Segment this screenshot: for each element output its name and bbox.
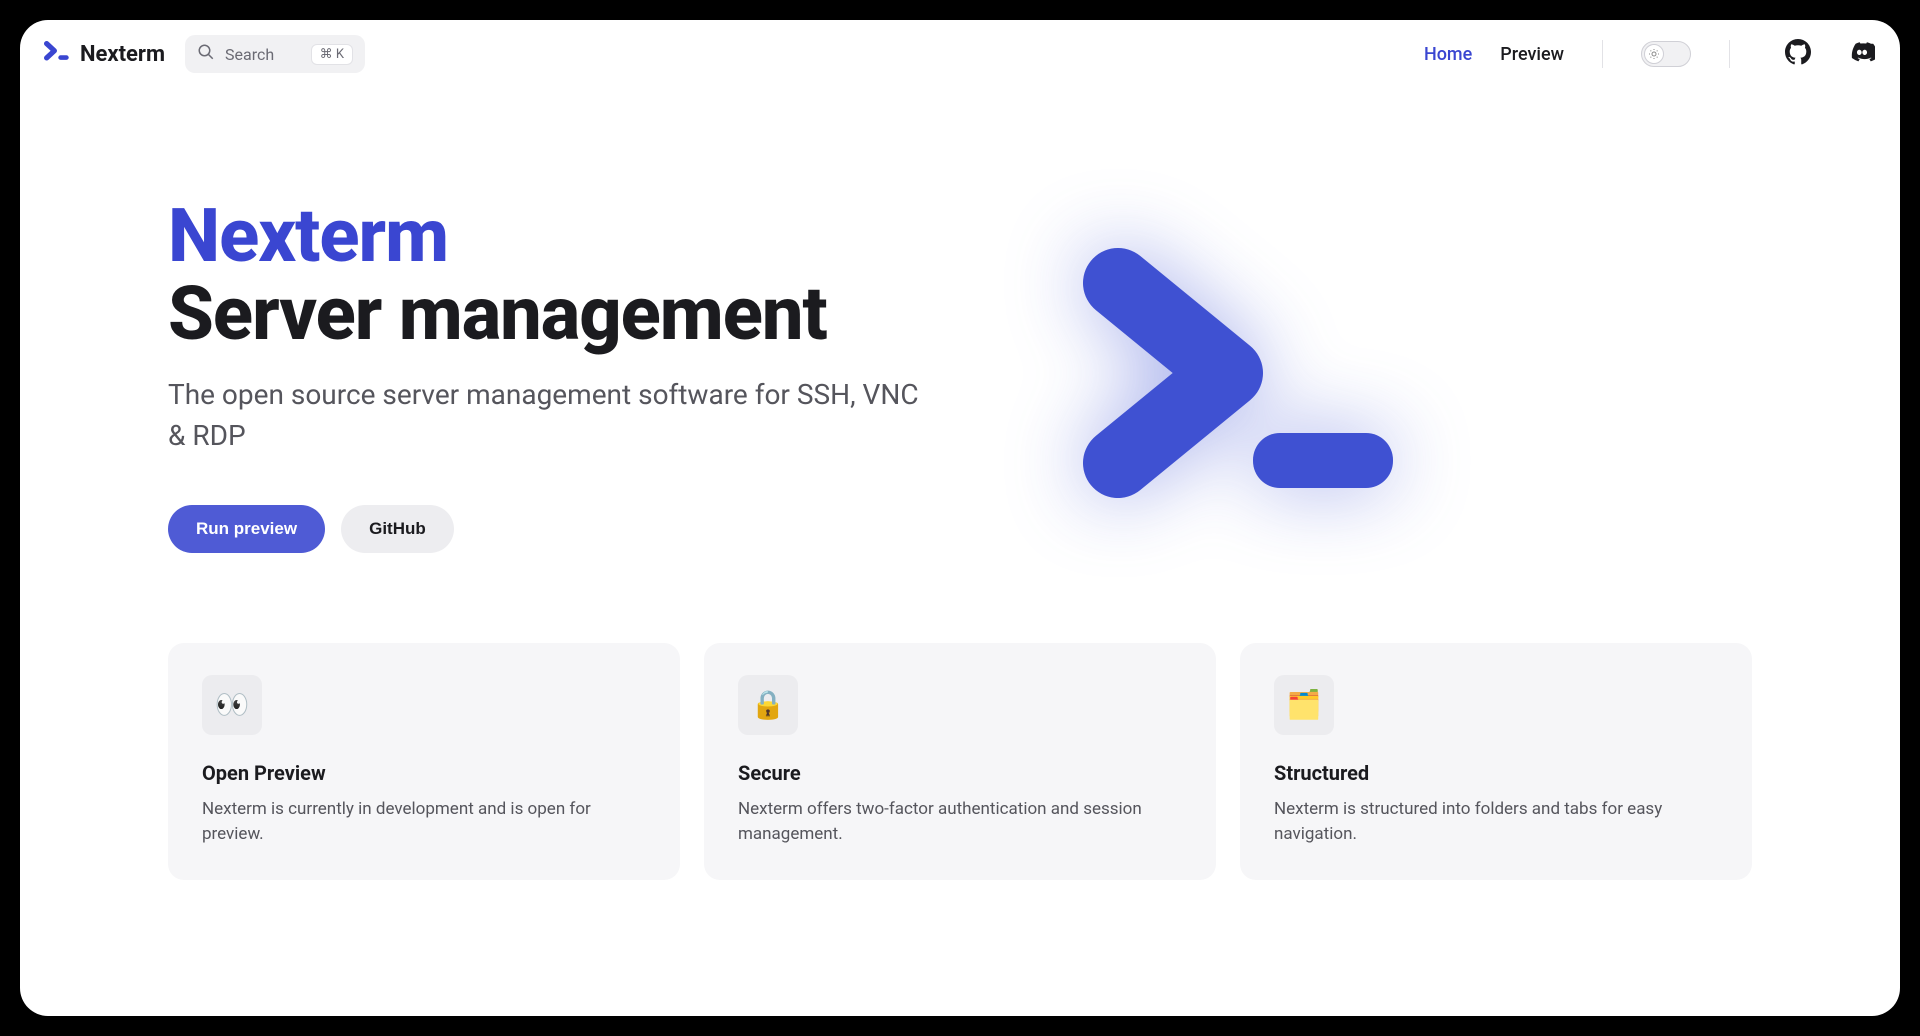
search-kbd: ⌘ K (311, 44, 353, 65)
feature-title: Secure (738, 761, 1182, 785)
feature-card-structured: 🗂️ Structured Nexterm is structured into… (1240, 643, 1752, 880)
github-icon (1785, 39, 1811, 69)
topbar: Nexterm Search ⌘ K Home Preview (20, 20, 1900, 88)
feature-desc: Nexterm is currently in development and … (202, 797, 646, 848)
brand-name: Nexterm (80, 42, 165, 67)
feature-desc: Nexterm offers two-factor authentication… (738, 797, 1182, 848)
discord-icon (1849, 39, 1875, 69)
feature-title: Open Preview (202, 761, 646, 785)
brand[interactable]: Nexterm (44, 41, 165, 67)
hero-title: Server management (168, 276, 968, 354)
hero-text: Nexterm Server management The open sourc… (168, 198, 968, 553)
terminal-large-icon (1058, 243, 1398, 507)
feature-title: Structured (1274, 761, 1718, 785)
feature-desc: Nexterm is structured into folders and t… (1274, 797, 1718, 848)
folder-icon: 🗂️ (1274, 675, 1334, 735)
search-button[interactable]: Search ⌘ K (185, 35, 365, 73)
github-button[interactable]: GitHub (341, 505, 454, 553)
feature-card-open-preview: 👀 Open Preview Nexterm is currently in d… (168, 643, 680, 880)
github-link[interactable] (1784, 40, 1812, 68)
theme-toggle[interactable] (1641, 41, 1691, 67)
app-window: Nexterm Search ⌘ K Home Preview (20, 20, 1900, 1016)
discord-link[interactable] (1848, 40, 1876, 68)
divider (1729, 40, 1730, 68)
eyes-icon: 👀 (202, 675, 262, 735)
terminal-icon (44, 41, 70, 67)
hero: Nexterm Server management The open sourc… (168, 88, 1752, 553)
nav: Home Preview (1424, 44, 1564, 65)
hero-title-accent: Nexterm (168, 198, 968, 276)
main-content: Nexterm Server management The open sourc… (20, 88, 1900, 1016)
sun-icon (1648, 45, 1660, 64)
run-preview-button[interactable]: Run preview (168, 505, 325, 553)
theme-knob (1644, 44, 1664, 64)
hero-buttons: Run preview GitHub (168, 505, 968, 553)
lock-icon: 🔒 (738, 675, 798, 735)
feature-card-secure: 🔒 Secure Nexterm offers two-factor authe… (704, 643, 1216, 880)
search-icon (197, 43, 215, 65)
nav-preview[interactable]: Preview (1500, 44, 1564, 65)
hero-logo (1048, 225, 1408, 525)
hero-subtitle: The open source server management softwa… (168, 375, 928, 456)
features: 👀 Open Preview Nexterm is currently in d… (168, 643, 1752, 880)
search-placeholder: Search (225, 45, 301, 64)
divider (1602, 40, 1603, 68)
nav-home[interactable]: Home (1424, 44, 1472, 65)
